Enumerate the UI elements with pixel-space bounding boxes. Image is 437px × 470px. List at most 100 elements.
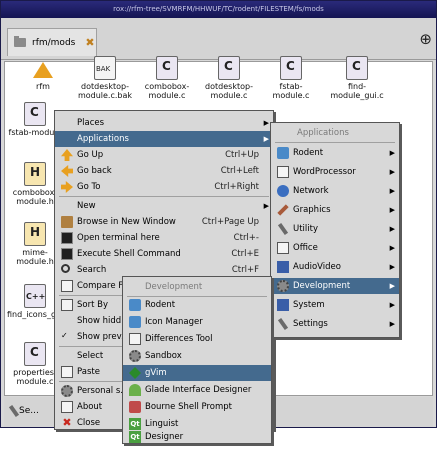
app-item-network[interactable]: Network ▶ bbox=[271, 183, 399, 199]
paste-icon bbox=[61, 366, 73, 378]
cpp-file-icon bbox=[24, 284, 46, 308]
menu-item-label: Close bbox=[77, 418, 101, 428]
menu-item-label: Glade Interface Designer bbox=[145, 385, 252, 395]
app-item-system[interactable]: System ▶ bbox=[271, 297, 399, 313]
folder-icon bbox=[14, 36, 26, 47]
file-label: fstab-module.c bbox=[272, 82, 310, 100]
applications-submenu: Applications Rodent ▶ WordProcessor ▶ Ne… bbox=[270, 122, 400, 338]
app-item-audiovideo[interactable]: AudioVideo ▶ bbox=[271, 259, 399, 275]
dev-item-glade[interactable]: Glade Interface Designer bbox=[123, 382, 271, 398]
menu-item-go-to[interactable]: Go To Ctrl+Right bbox=[55, 179, 273, 195]
app-item-rodent[interactable]: Rodent ▶ bbox=[271, 145, 399, 161]
dev-item-bourne-shell[interactable]: Bourne Shell Prompt bbox=[123, 399, 271, 415]
app-item-office[interactable]: Office ▶ bbox=[271, 240, 399, 256]
file-item[interactable]: dotdesktop-module.c.bak bbox=[77, 56, 133, 100]
submenu-arrow-icon: ▶ bbox=[389, 263, 395, 271]
c-file-icon bbox=[218, 56, 240, 80]
menu-accel: Ctrl+- bbox=[233, 233, 259, 243]
app-item-graphics[interactable]: Graphics ▶ bbox=[271, 202, 399, 218]
menu-item-label: Places bbox=[77, 118, 105, 128]
new-tab-icon[interactable]: ⊕ bbox=[419, 30, 432, 48]
vim-icon bbox=[129, 367, 141, 379]
menu-item-label: Browse in New Window bbox=[77, 217, 176, 227]
c-file-icon bbox=[156, 56, 178, 80]
app-item-utility[interactable]: Utility ▶ bbox=[271, 221, 399, 237]
app-item-settings[interactable]: Settings ▶ bbox=[271, 316, 399, 332]
menu-accel: Ctrl+Right bbox=[214, 182, 259, 192]
menu-item-label: Go Up bbox=[77, 150, 104, 160]
menu-accel: Ctrl+Left bbox=[220, 166, 259, 176]
up-arrow-icon bbox=[33, 62, 53, 78]
file-label: find-module_gui.c bbox=[330, 82, 384, 100]
menu-item-label: Graphics bbox=[293, 205, 331, 215]
dev-item-gvim[interactable]: gVim bbox=[123, 365, 271, 381]
rodent-icon bbox=[277, 147, 289, 159]
compare-icon bbox=[61, 280, 73, 292]
file-label: dotdesktop-module.c bbox=[205, 82, 253, 100]
submenu-arrow-icon: ▶ bbox=[263, 202, 269, 210]
app-item-wordprocessor[interactable]: WordProcessor ▶ bbox=[271, 164, 399, 180]
menu-item-go-back[interactable]: Go back Ctrl+Left bbox=[55, 163, 273, 179]
tab-mods[interactable]: rfm/mods ✖ bbox=[7, 28, 97, 56]
glade-icon bbox=[129, 384, 141, 396]
submenu-header: Applications bbox=[297, 128, 349, 138]
menu-item-label: Designer bbox=[145, 432, 184, 442]
menu-item-browse-new-window[interactable]: Browse in New Window Ctrl+Page Up bbox=[55, 214, 273, 230]
c-file-icon bbox=[346, 56, 368, 80]
dev-item-differences-tool[interactable]: Differences Tool bbox=[123, 331, 271, 347]
menu-item-label: New bbox=[77, 201, 96, 211]
file-label: rfm bbox=[36, 82, 50, 91]
file-item[interactable]: dotdesktop-module.c bbox=[201, 56, 257, 100]
terminal-icon bbox=[61, 232, 73, 244]
wordprocessor-icon bbox=[277, 166, 289, 178]
menu-item-go-up[interactable]: Go Up Ctrl+Up bbox=[55, 147, 273, 163]
search-icon bbox=[61, 264, 70, 273]
menu-item-label: Utility bbox=[293, 224, 319, 234]
submenu-header: Development bbox=[145, 282, 203, 292]
c-file-icon bbox=[24, 102, 46, 126]
menu-accel: Ctrl+E bbox=[231, 249, 259, 259]
close-tab-icon[interactable]: ✖ bbox=[85, 36, 94, 49]
dev-item-sandbox[interactable]: Sandbox bbox=[123, 348, 271, 364]
menu-item-label: Open terminal here bbox=[77, 233, 160, 243]
file-item[interactable]: rfm bbox=[15, 62, 71, 91]
go-forward-icon bbox=[61, 181, 73, 193]
h-file-icon bbox=[24, 162, 46, 186]
wrench-icon bbox=[8, 404, 20, 418]
menu-item-label: Network bbox=[293, 186, 329, 196]
menu-item-label: Applications bbox=[77, 134, 129, 144]
file-item[interactable]: combobox-module.c bbox=[139, 56, 195, 100]
status-item[interactable]: Se... bbox=[8, 404, 39, 418]
file-item[interactable]: fstab-module.c bbox=[263, 56, 319, 100]
go-back-icon bbox=[61, 165, 73, 177]
dev-item-designer[interactable]: Qt Designer bbox=[123, 429, 271, 445]
menu-item-label: Development bbox=[293, 281, 351, 291]
menu-item-open-terminal[interactable]: Open terminal here Ctrl+- bbox=[55, 230, 273, 246]
file-item[interactable]: find-module_gui.c bbox=[329, 56, 385, 100]
terminal-icon bbox=[61, 248, 73, 260]
c-file-icon bbox=[280, 56, 302, 80]
close-icon: ✖ bbox=[62, 416, 72, 429]
window-title: rox://rfm-tree/SVMRFM/HHWUF/TC/rodent/FI… bbox=[1, 1, 436, 18]
folder-icon bbox=[61, 216, 73, 228]
menu-item-places[interactable]: Places ▶ bbox=[55, 115, 273, 131]
network-icon bbox=[277, 185, 289, 197]
menu-item-applications[interactable]: Applications ▶ bbox=[55, 131, 273, 147]
menu-item-label: Sandbox bbox=[145, 351, 182, 361]
dev-item-icon-manager[interactable]: Icon Manager bbox=[123, 314, 271, 330]
menu-item-execute-shell[interactable]: Execute Shell Command Ctrl+E bbox=[55, 246, 273, 262]
status-label: Se... bbox=[19, 406, 39, 416]
c-file-icon bbox=[24, 342, 46, 366]
tab-label: rfm/mods bbox=[32, 37, 76, 48]
menu-item-label: Rodent bbox=[145, 300, 176, 310]
submenu-arrow-icon: ▶ bbox=[389, 206, 395, 214]
menu-item-new[interactable]: New ▶ bbox=[55, 198, 273, 214]
dev-item-rodent[interactable]: Rodent bbox=[123, 297, 271, 313]
audiovideo-icon bbox=[277, 261, 289, 273]
menu-item-label: Paste bbox=[77, 367, 100, 377]
menu-item-label: System bbox=[293, 300, 325, 310]
menu-item-label: Linguist bbox=[145, 419, 179, 429]
menu-item-label: gVim bbox=[145, 368, 167, 378]
app-item-development[interactable]: Development ▶ bbox=[271, 278, 399, 294]
menu-item-label: Execute Shell Command bbox=[77, 249, 181, 259]
